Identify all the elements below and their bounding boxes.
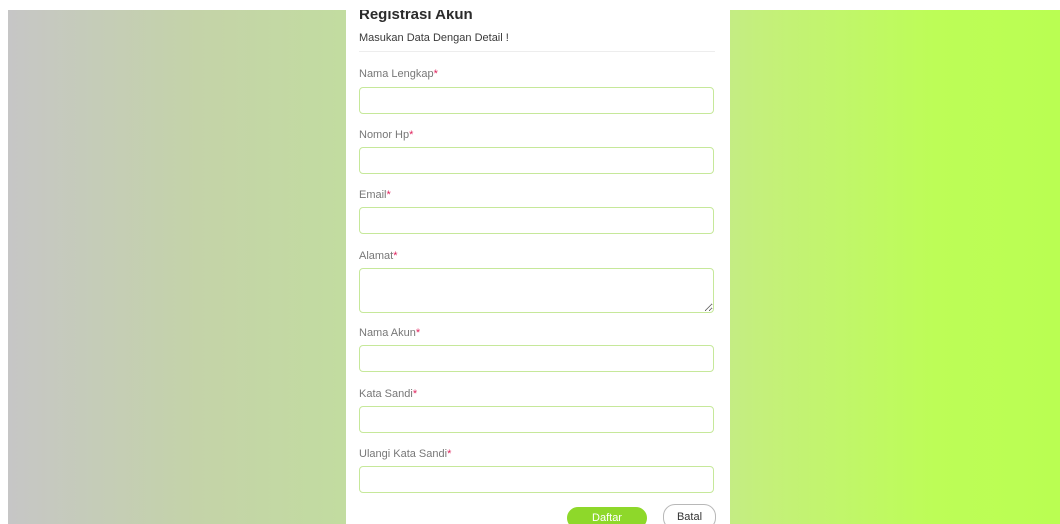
register-button[interactable]: Daftar xyxy=(567,507,647,524)
phone-label: Nomor Hp* xyxy=(359,129,414,141)
full-name-input[interactable] xyxy=(359,87,714,114)
email-input[interactable] xyxy=(359,207,714,234)
form-title: Registrasi Akun xyxy=(359,10,473,23)
password-label: Kata Sandi* xyxy=(359,388,418,400)
address-textarea[interactable] xyxy=(359,268,714,313)
confirm-password-input[interactable] xyxy=(359,466,714,493)
email-label: Email* xyxy=(359,189,391,201)
phone-input[interactable] xyxy=(359,147,714,174)
full-name-label: Nama Lengkap* xyxy=(359,68,438,80)
required-marker: * xyxy=(393,250,398,262)
required-marker: * xyxy=(433,68,438,80)
form-subtitle: Masukan Data Dengan Detail ! xyxy=(359,32,509,44)
header-divider xyxy=(359,51,715,52)
username-input[interactable] xyxy=(359,345,714,372)
required-marker: * xyxy=(409,129,414,141)
confirm-password-label: Ulangi Kata Sandi* xyxy=(359,448,452,460)
username-label: Nama Akun* xyxy=(359,327,421,339)
registration-form-card: Registrasi Akun Masukan Data Dengan Deta… xyxy=(346,10,730,524)
address-label: Alamat* xyxy=(359,250,398,262)
required-marker: * xyxy=(447,448,452,460)
password-input[interactable] xyxy=(359,406,714,433)
required-marker: * xyxy=(412,388,418,400)
required-marker: * xyxy=(415,327,421,339)
cancel-button[interactable]: Batal xyxy=(663,504,716,524)
required-marker: * xyxy=(386,189,391,201)
